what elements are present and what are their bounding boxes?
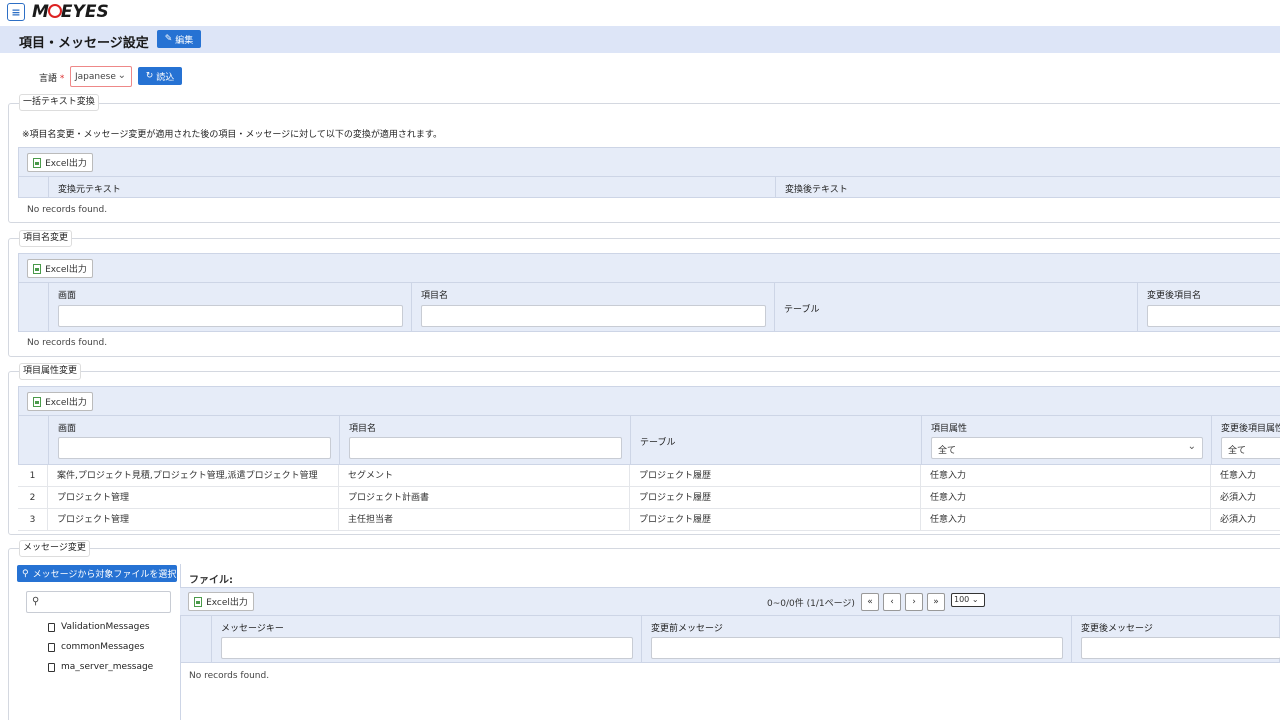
- menu-icon[interactable]: ≡: [7, 3, 25, 21]
- language-value: Japanese: [75, 72, 116, 82]
- document-icon: [48, 622, 55, 632]
- bulk-text-toolbar: Excel出力: [18, 147, 1280, 177]
- excel-file-icon: [33, 157, 42, 168]
- message-key-filter-input[interactable]: [221, 637, 633, 659]
- item-attr-toolbar: Excel出力: [18, 386, 1280, 416]
- item-attr-legend: 項目属性変更: [19, 363, 82, 380]
- file-search-input[interactable]: ⚲: [26, 591, 171, 613]
- screen-filter-input[interactable]: [58, 437, 331, 459]
- table-row[interactable]: 2 プロジェクト管理 プロジェクト計画書 プロジェクト履歴 任意入力 必須入力: [18, 487, 1280, 509]
- prev-page-button[interactable]: ‹: [883, 593, 901, 611]
- item-name-filter-input[interactable]: [349, 437, 622, 459]
- table-row[interactable]: 1 案件,プロジェクト見積,プロジェクト管理,派遣プロジェクト管理 セグメント …: [18, 465, 1280, 487]
- paginator: Excel出力 0~0/0件 (1/1ページ) « ‹ › » 100 ⌄: [180, 587, 1280, 616]
- item-attr-header: 画面 項目名 テーブル 項目属性 全て ⌄ 変更後項目属性 全て: [18, 416, 1280, 465]
- after-message-filter-input[interactable]: [1081, 637, 1280, 659]
- search-icon: ⚲: [32, 596, 40, 607]
- rows-per-page-select[interactable]: 100 ⌄: [951, 593, 985, 607]
- last-page-button[interactable]: »: [927, 593, 945, 611]
- next-page-button[interactable]: ›: [905, 593, 923, 611]
- excel-export-button[interactable]: Excel出力: [27, 392, 93, 411]
- top-bar: ≡ M EYES: [0, 0, 1280, 26]
- document-icon: [48, 662, 55, 672]
- new-item-attr-filter-select[interactable]: 全て: [1221, 437, 1280, 459]
- excel-file-icon: [194, 596, 203, 607]
- col-target-text: 変換後テキスト: [775, 177, 1280, 197]
- bulk-text-note: ※項目名変更・メッセージ変更が適用された後の項目・メッセージに対して以下の変換が…: [22, 130, 443, 140]
- excel-export-button[interactable]: Excel出力: [27, 153, 93, 172]
- messages-legend: メッセージ変更: [19, 540, 90, 557]
- col-before-message: 変更前メッセージ: [641, 616, 1071, 662]
- page-report: 0~0/0件 (1/1ページ): [767, 599, 855, 609]
- item-name-filter-input[interactable]: [421, 305, 766, 327]
- refresh-icon: ↻: [145, 71, 154, 81]
- col-new-item-attr: 変更後項目属性 全て: [1211, 416, 1280, 464]
- item-attr-filter-select[interactable]: 全て ⌄: [931, 437, 1203, 459]
- load-button-label: 読込: [156, 72, 175, 83]
- bulk-text-header: 変換元テキスト 変換後テキスト: [18, 177, 1280, 198]
- pencil-icon: ✎: [164, 34, 173, 44]
- bulk-text-legend: 一括テキスト変換: [19, 94, 99, 111]
- col-item-name: 項目名: [411, 283, 774, 331]
- col-item-attr: 項目属性 全て ⌄: [921, 416, 1211, 464]
- document-icon: [48, 642, 55, 652]
- table-row[interactable]: 3 プロジェクト管理 主任担当者 プロジェクト履歴 任意入力 必須入力: [18, 509, 1280, 531]
- screen-filter-input[interactable]: [58, 305, 403, 327]
- excel-file-icon: [33, 263, 42, 274]
- messages-empty: No records found.: [189, 671, 270, 681]
- chevron-down-icon: ⌄: [1187, 441, 1196, 452]
- app-logo: M EYES: [32, 2, 109, 22]
- col-source-text: 変換元テキスト: [48, 177, 783, 197]
- col-screen: 画面: [48, 416, 339, 464]
- col-message-key: メッセージキー: [211, 616, 641, 662]
- excel-export-button[interactable]: Excel出力: [27, 259, 93, 278]
- edit-button-label: 編集: [175, 35, 194, 46]
- item-name-empty: No records found.: [27, 338, 108, 348]
- col-table: テーブル: [774, 283, 1137, 331]
- file-label: ファイル:: [189, 575, 233, 586]
- select-file-button[interactable]: ⚲ メッセージから対象ファイルを選択: [17, 565, 177, 582]
- excel-export-button[interactable]: Excel出力: [188, 592, 254, 611]
- first-page-button[interactable]: «: [861, 593, 879, 611]
- item-name-legend: 項目名変更: [19, 230, 73, 247]
- new-item-name-filter-input[interactable]: [1147, 305, 1280, 327]
- required-mark: *: [59, 74, 65, 84]
- col-screen: 画面: [48, 283, 411, 331]
- file-item[interactable]: commonMessages: [48, 642, 144, 652]
- excel-file-icon: [33, 396, 42, 407]
- load-button[interactable]: ↻ 読込: [138, 67, 182, 85]
- bulk-text-empty: No records found.: [27, 205, 108, 215]
- col-table: テーブル: [630, 416, 921, 464]
- messages-header: メッセージキー 変更前メッセージ 変更後メッセージ: [180, 616, 1280, 663]
- edit-button[interactable]: ✎ 編集: [157, 30, 201, 48]
- col-after-message: 変更後メッセージ: [1071, 616, 1280, 662]
- title-bar: 項目・メッセージ設定 ✎ 編集: [0, 26, 1280, 53]
- item-name-header: 画面 項目名 テーブル 変更後項目名: [18, 283, 1280, 332]
- col-new-item-name: 変更後項目名: [1137, 283, 1280, 331]
- language-label: 言語 *: [39, 74, 65, 84]
- col-item-name: 項目名: [339, 416, 630, 464]
- before-message-filter-input[interactable]: [651, 637, 1063, 659]
- file-item[interactable]: ValidationMessages: [48, 622, 150, 632]
- page-title: 項目・メッセージ設定: [19, 36, 149, 51]
- item-name-toolbar: Excel出力: [18, 253, 1280, 283]
- file-item[interactable]: ma_server_message: [48, 662, 153, 672]
- language-select[interactable]: Japanese ⌄: [70, 66, 132, 87]
- search-icon: ⚲: [22, 568, 29, 579]
- chevron-down-icon: ⌄: [117, 70, 126, 81]
